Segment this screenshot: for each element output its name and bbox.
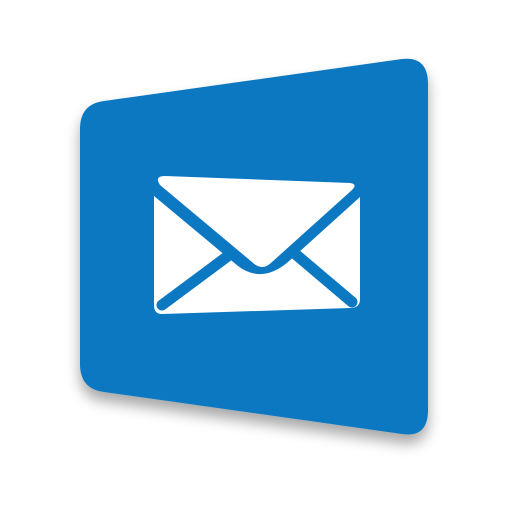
app-icon-canvas: [0, 0, 512, 512]
mail-app-icon[interactable]: [0, 0, 512, 512]
envelope-icon: [154, 176, 360, 314]
